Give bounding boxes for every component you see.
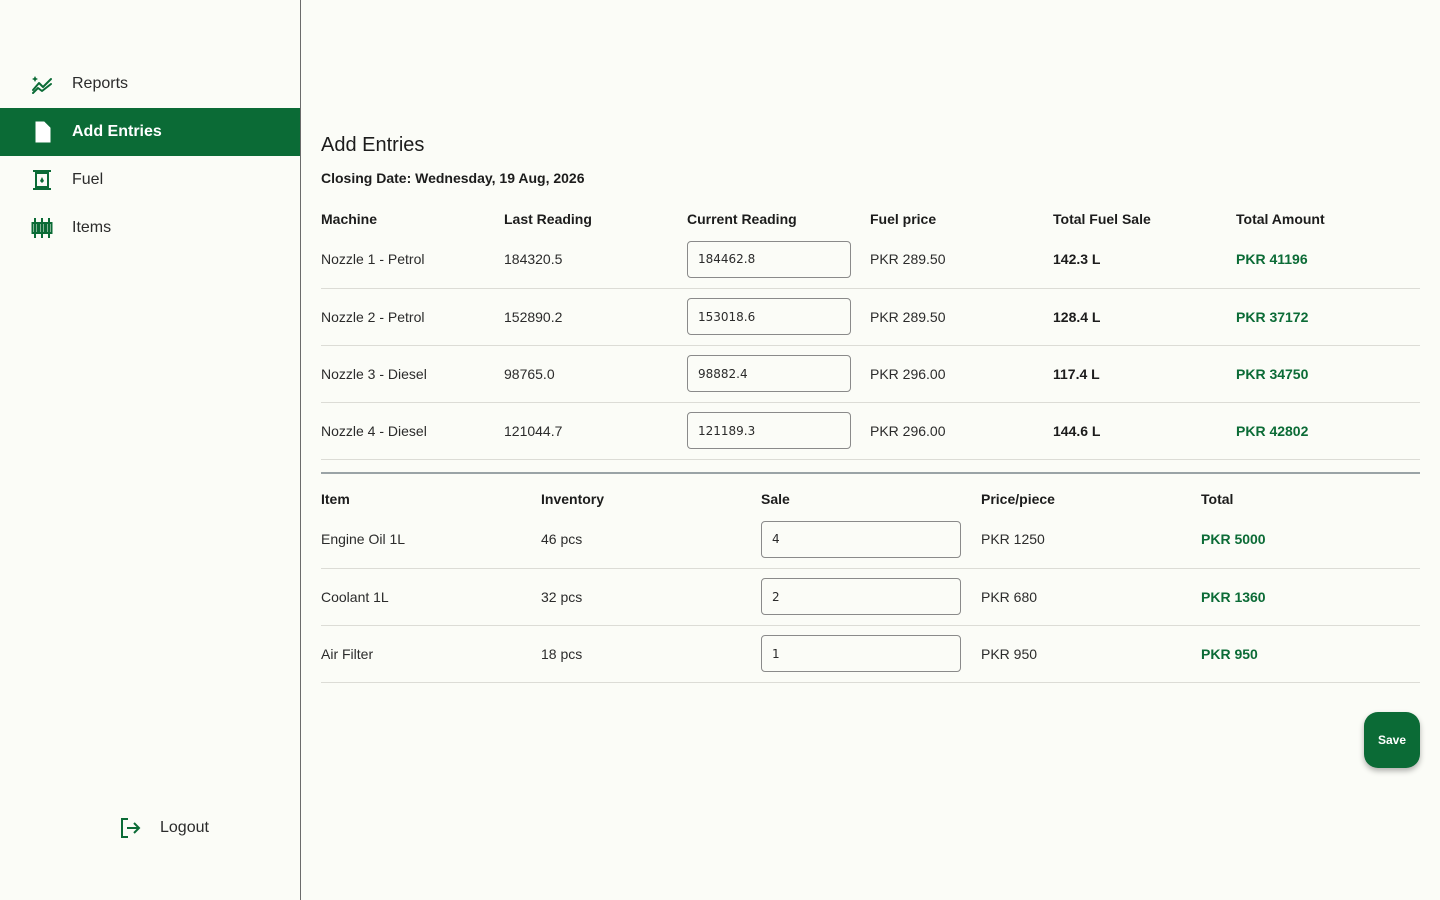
- column-header: Price/piece: [981, 491, 1055, 507]
- save-button[interactable]: Save: [1364, 712, 1420, 768]
- price-cell: PKR 1250: [981, 511, 1201, 569]
- sale-cell: [761, 511, 981, 569]
- column-header: Total: [1201, 491, 1234, 507]
- total-amount-cell: PKR 34750: [1236, 345, 1420, 403]
- item-name-cell: Engine Oil 1L: [321, 511, 541, 569]
- item-name-cell: Coolant 1L: [321, 568, 541, 626]
- closing-date: Closing Date: Wednesday, 19 Aug, 2026: [321, 170, 585, 186]
- inventory-cell: 18 pcs: [541, 625, 761, 683]
- fuel-sale-cell: 117.4 L: [1053, 345, 1236, 403]
- current-reading-cell: [687, 402, 870, 460]
- fuel-price-cell: PKR 289.50: [870, 231, 1053, 289]
- last-reading-cell: 121044.7: [504, 402, 687, 460]
- sale-input[interactable]: [761, 578, 961, 615]
- sale-input[interactable]: [761, 520, 961, 558]
- fuel-sale-cell: 142.3 L: [1053, 231, 1236, 289]
- table-row: Nozzle 1 - Petrol 184320.5 PKR 289.50 14…: [321, 231, 1420, 289]
- last-reading-cell: 152890.2: [504, 288, 687, 346]
- fuel-price-cell: PKR 296.00: [870, 345, 1053, 403]
- machine-cell: Nozzle 4 - Diesel: [321, 402, 504, 460]
- sale-input[interactable]: [761, 635, 961, 672]
- sidebar-item-label: Fuel: [72, 171, 104, 188]
- current-reading-input[interactable]: [687, 412, 851, 449]
- table-row: Coolant 1L 32 pcs PKR 680 PKR 1360: [321, 568, 1420, 626]
- price-cell: PKR 680: [981, 568, 1201, 626]
- sidebar-item-label: Items: [72, 219, 112, 236]
- fuel-sale-cell: 144.6 L: [1053, 402, 1236, 460]
- fuel-table: Machine Last Reading Current Reading Fue…: [321, 207, 1420, 460]
- section-divider: [321, 472, 1420, 474]
- sidebar-nav: Reports Add Entries Fuel Items: [0, 60, 300, 252]
- fuel-table-header: Machine Last Reading Current Reading Fue…: [321, 207, 1420, 231]
- closing-date-label: Closing Date:: [321, 170, 412, 186]
- column-header: Item: [321, 491, 350, 507]
- last-reading-cell: 98765.0: [504, 345, 687, 403]
- logout-label: Logout: [160, 819, 209, 836]
- current-reading-input[interactable]: [687, 298, 851, 335]
- item-total-cell: PKR 5000: [1201, 511, 1420, 569]
- last-reading-cell: 184320.5: [504, 231, 687, 289]
- column-header: Total Fuel Sale: [1053, 211, 1151, 227]
- logout-icon: [118, 816, 142, 840]
- column-header: Fuel price: [870, 211, 937, 227]
- column-header: Total Amount: [1236, 211, 1325, 227]
- sidebar-item-reports[interactable]: Reports: [0, 60, 300, 108]
- current-reading-input[interactable]: [687, 355, 851, 392]
- column-header: Machine: [321, 211, 378, 227]
- items-table: Item Inventory Sale Price/piece Total En…: [321, 487, 1420, 683]
- table-row: Engine Oil 1L 46 pcs PKR 1250 PKR 5000: [321, 511, 1420, 569]
- current-reading-input[interactable]: [687, 240, 851, 278]
- closing-date-value: Wednesday, 19 Aug, 2026: [415, 170, 585, 186]
- fuel-price-cell: PKR 289.50: [870, 288, 1053, 346]
- item-total-cell: PKR 1360: [1201, 568, 1420, 626]
- page-title: Add Entries: [321, 134, 425, 156]
- table-row: Nozzle 2 - Petrol 152890.2 PKR 289.50 12…: [321, 288, 1420, 346]
- table-row: Air Filter 18 pcs PKR 950 PKR 950: [321, 625, 1420, 683]
- machine-cell: Nozzle 3 - Diesel: [321, 345, 504, 403]
- current-reading-cell: [687, 288, 870, 346]
- current-reading-cell: [687, 345, 870, 403]
- machine-cell: Nozzle 2 - Petrol: [321, 288, 504, 346]
- items-table-header: Item Inventory Sale Price/piece Total: [321, 487, 1420, 511]
- column-header: Last Reading: [504, 211, 592, 227]
- price-cell: PKR 950: [981, 625, 1201, 683]
- column-header: Current Reading: [687, 211, 797, 227]
- current-reading-cell: [687, 231, 870, 289]
- fuel-price-cell: PKR 296.00: [870, 402, 1053, 460]
- sidebar: Reports Add Entries Fuel Items Logout: [0, 0, 301, 900]
- items-bars-icon: [30, 216, 54, 240]
- sidebar-item-items[interactable]: Items: [0, 204, 300, 252]
- sidebar-item-fuel[interactable]: Fuel: [0, 156, 300, 204]
- total-amount-cell: PKR 37172: [1236, 288, 1420, 346]
- table-row: Nozzle 4 - Diesel 121044.7 PKR 296.00 14…: [321, 402, 1420, 460]
- machine-cell: Nozzle 1 - Petrol: [321, 231, 504, 289]
- table-row: Nozzle 3 - Diesel 98765.0 PKR 296.00 117…: [321, 345, 1420, 403]
- item-total-cell: PKR 950: [1201, 625, 1420, 683]
- total-amount-cell: PKR 42802: [1236, 402, 1420, 460]
- fuel-sale-cell: 128.4 L: [1053, 288, 1236, 346]
- total-amount-cell: PKR 41196: [1236, 231, 1420, 289]
- item-name-cell: Air Filter: [321, 625, 541, 683]
- sale-cell: [761, 568, 981, 626]
- sidebar-item-add-entries[interactable]: Add Entries: [0, 108, 300, 156]
- note-add-icon: [30, 120, 54, 144]
- sidebar-item-label: Reports: [72, 75, 129, 92]
- inventory-cell: 32 pcs: [541, 568, 761, 626]
- fuel-pump-icon: [30, 168, 54, 192]
- inventory-cell: 46 pcs: [541, 511, 761, 569]
- logout-button[interactable]: Logout: [118, 816, 209, 840]
- column-header: Inventory: [541, 491, 605, 507]
- sale-cell: [761, 625, 981, 683]
- sidebar-item-label: Add Entries: [72, 123, 162, 140]
- column-header: Sale: [761, 491, 790, 507]
- chart-sparkle-icon: [30, 72, 54, 96]
